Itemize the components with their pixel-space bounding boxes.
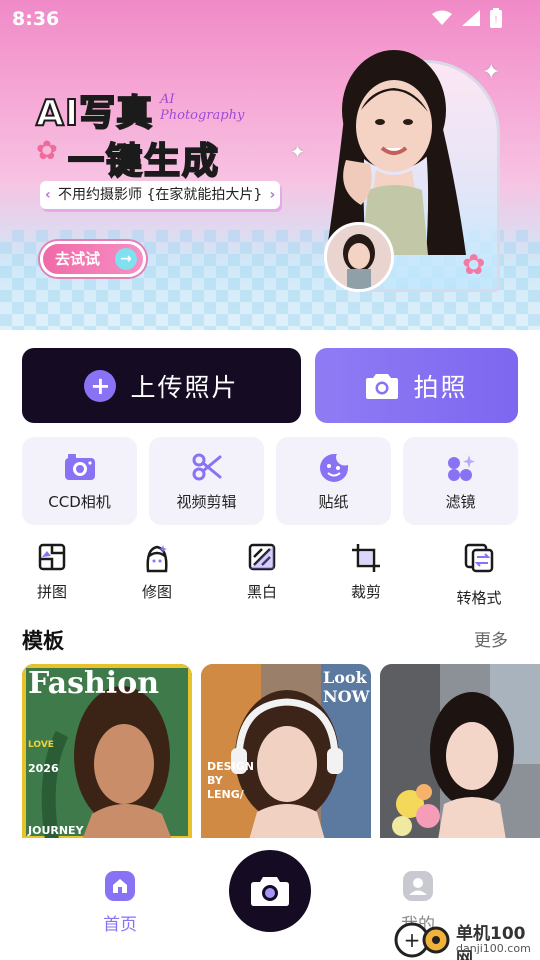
banner-english-caption: AI Photography: [160, 92, 245, 123]
template-line: BY: [207, 774, 223, 787]
flower-icon: ✿: [36, 136, 58, 166]
template-line: LOVE: [28, 740, 54, 750]
upload-photo-label: 上传照片: [130, 372, 239, 402]
template-preview: [380, 664, 540, 840]
nav-home-label: 首页: [103, 915, 137, 935]
black-white-icon: [248, 543, 276, 571]
convert-format-icon: [464, 543, 494, 573]
tool-card-label: 贴纸: [318, 493, 349, 511]
watermark-url: danji100.com: [456, 942, 531, 955]
templates-title: 模板: [22, 629, 64, 653]
nav-home[interactable]: 首页: [80, 870, 160, 935]
chevron-right-icon: ›: [269, 187, 276, 203]
tool-card-filter[interactable]: 滤镜: [403, 437, 518, 525]
watermark: + 单机100网 danji100.com: [394, 918, 540, 960]
tool-card-sticker[interactable]: 贴纸: [276, 437, 391, 525]
camera-icon: [251, 877, 289, 906]
tool-collage[interactable]: 拼图: [12, 543, 92, 602]
tool-card-ccd-camera[interactable]: CCD相机: [22, 437, 137, 525]
template-card[interactable]: Fashion LOVE 2026 JOURNEY: [22, 664, 192, 840]
chevron-left-icon: ‹: [45, 187, 51, 203]
sparkle-icon: ✦: [290, 142, 306, 163]
try-button[interactable]: 去试试 →: [40, 241, 146, 277]
svg-text:!: !: [494, 15, 498, 26]
banner-title-line2: 一键生成: [67, 140, 221, 183]
banner-subtitle: ‹ 不用约摄影师 {在家就能拍大片} ›: [40, 181, 281, 209]
template-title: Fashion: [28, 666, 160, 701]
status-bar: 8:36 !: [0, 0, 540, 36]
upload-photo-button[interactable]: + 上传照片: [22, 348, 301, 423]
flower-icon: ✿: [462, 248, 486, 281]
camera-icon: [366, 373, 399, 399]
tool-card-label: 滤镜: [445, 493, 476, 511]
tool-card-label: 视频剪辑: [176, 493, 237, 511]
arrow-right-icon: →: [115, 248, 137, 270]
status-time: 8:36: [12, 8, 60, 30]
template-line: LENG/: [207, 788, 244, 801]
scissors-icon: [192, 453, 221, 481]
tool-label: 黑白: [246, 583, 277, 601]
retouch-icon: [146, 545, 168, 573]
profile-icon: [403, 871, 433, 901]
tool-label: 拼图: [36, 583, 67, 601]
tool-black-white[interactable]: 黑白: [222, 543, 302, 602]
battery-icon: !: [490, 8, 502, 28]
filter-icon: [447, 455, 475, 481]
sparkle-icon: ✦: [482, 60, 501, 85]
banner-title-line1: AI写真: [35, 92, 154, 135]
ccd-camera-icon: [64, 454, 95, 480]
tool-card-label: CCD相机: [48, 493, 111, 511]
watermark-logo: +: [394, 922, 450, 958]
tool-label: 转格式: [456, 589, 502, 607]
tool-label: 修图: [141, 583, 172, 601]
camera-shortcut-button[interactable]: [229, 850, 311, 932]
tool-retouch[interactable]: 修图: [117, 543, 197, 602]
tool-convert-format[interactable]: 转格式: [439, 543, 519, 608]
template-card[interactable]: [380, 664, 540, 840]
signal-icon: [462, 10, 480, 26]
tool-crop[interactable]: 裁剪: [326, 543, 406, 602]
collage-icon: [38, 543, 66, 571]
template-card[interactable]: Look NOW DESIGN BY LENG/: [201, 664, 371, 840]
wifi-icon: [432, 10, 452, 25]
template-line: DESIGN: [207, 760, 254, 773]
crop-icon: [352, 544, 380, 572]
tool-card-video-edit[interactable]: 视频剪辑: [149, 437, 264, 525]
svg-text:+: +: [404, 928, 421, 952]
promo-banner[interactable]: ✦ ✦ ✿ AI写真 AI Photography ✿ 一键生成 ‹ 不用约摄影…: [0, 0, 540, 330]
home-icon: [105, 871, 135, 901]
take-photo-label: 拍照: [413, 372, 468, 402]
sticker-icon: [319, 454, 348, 482]
template-line: 2026: [28, 762, 59, 775]
templates-more-link[interactable]: 更多: [474, 626, 508, 651]
tool-label: 裁剪: [350, 583, 381, 601]
template-title: Look NOW: [323, 668, 370, 706]
take-photo-button[interactable]: 拍照: [315, 348, 518, 423]
template-line: JOURNEY: [28, 824, 84, 837]
banner-thumbnail: [324, 222, 394, 292]
plus-icon: +: [84, 369, 117, 402]
banner-portrait: [326, 50, 466, 255]
